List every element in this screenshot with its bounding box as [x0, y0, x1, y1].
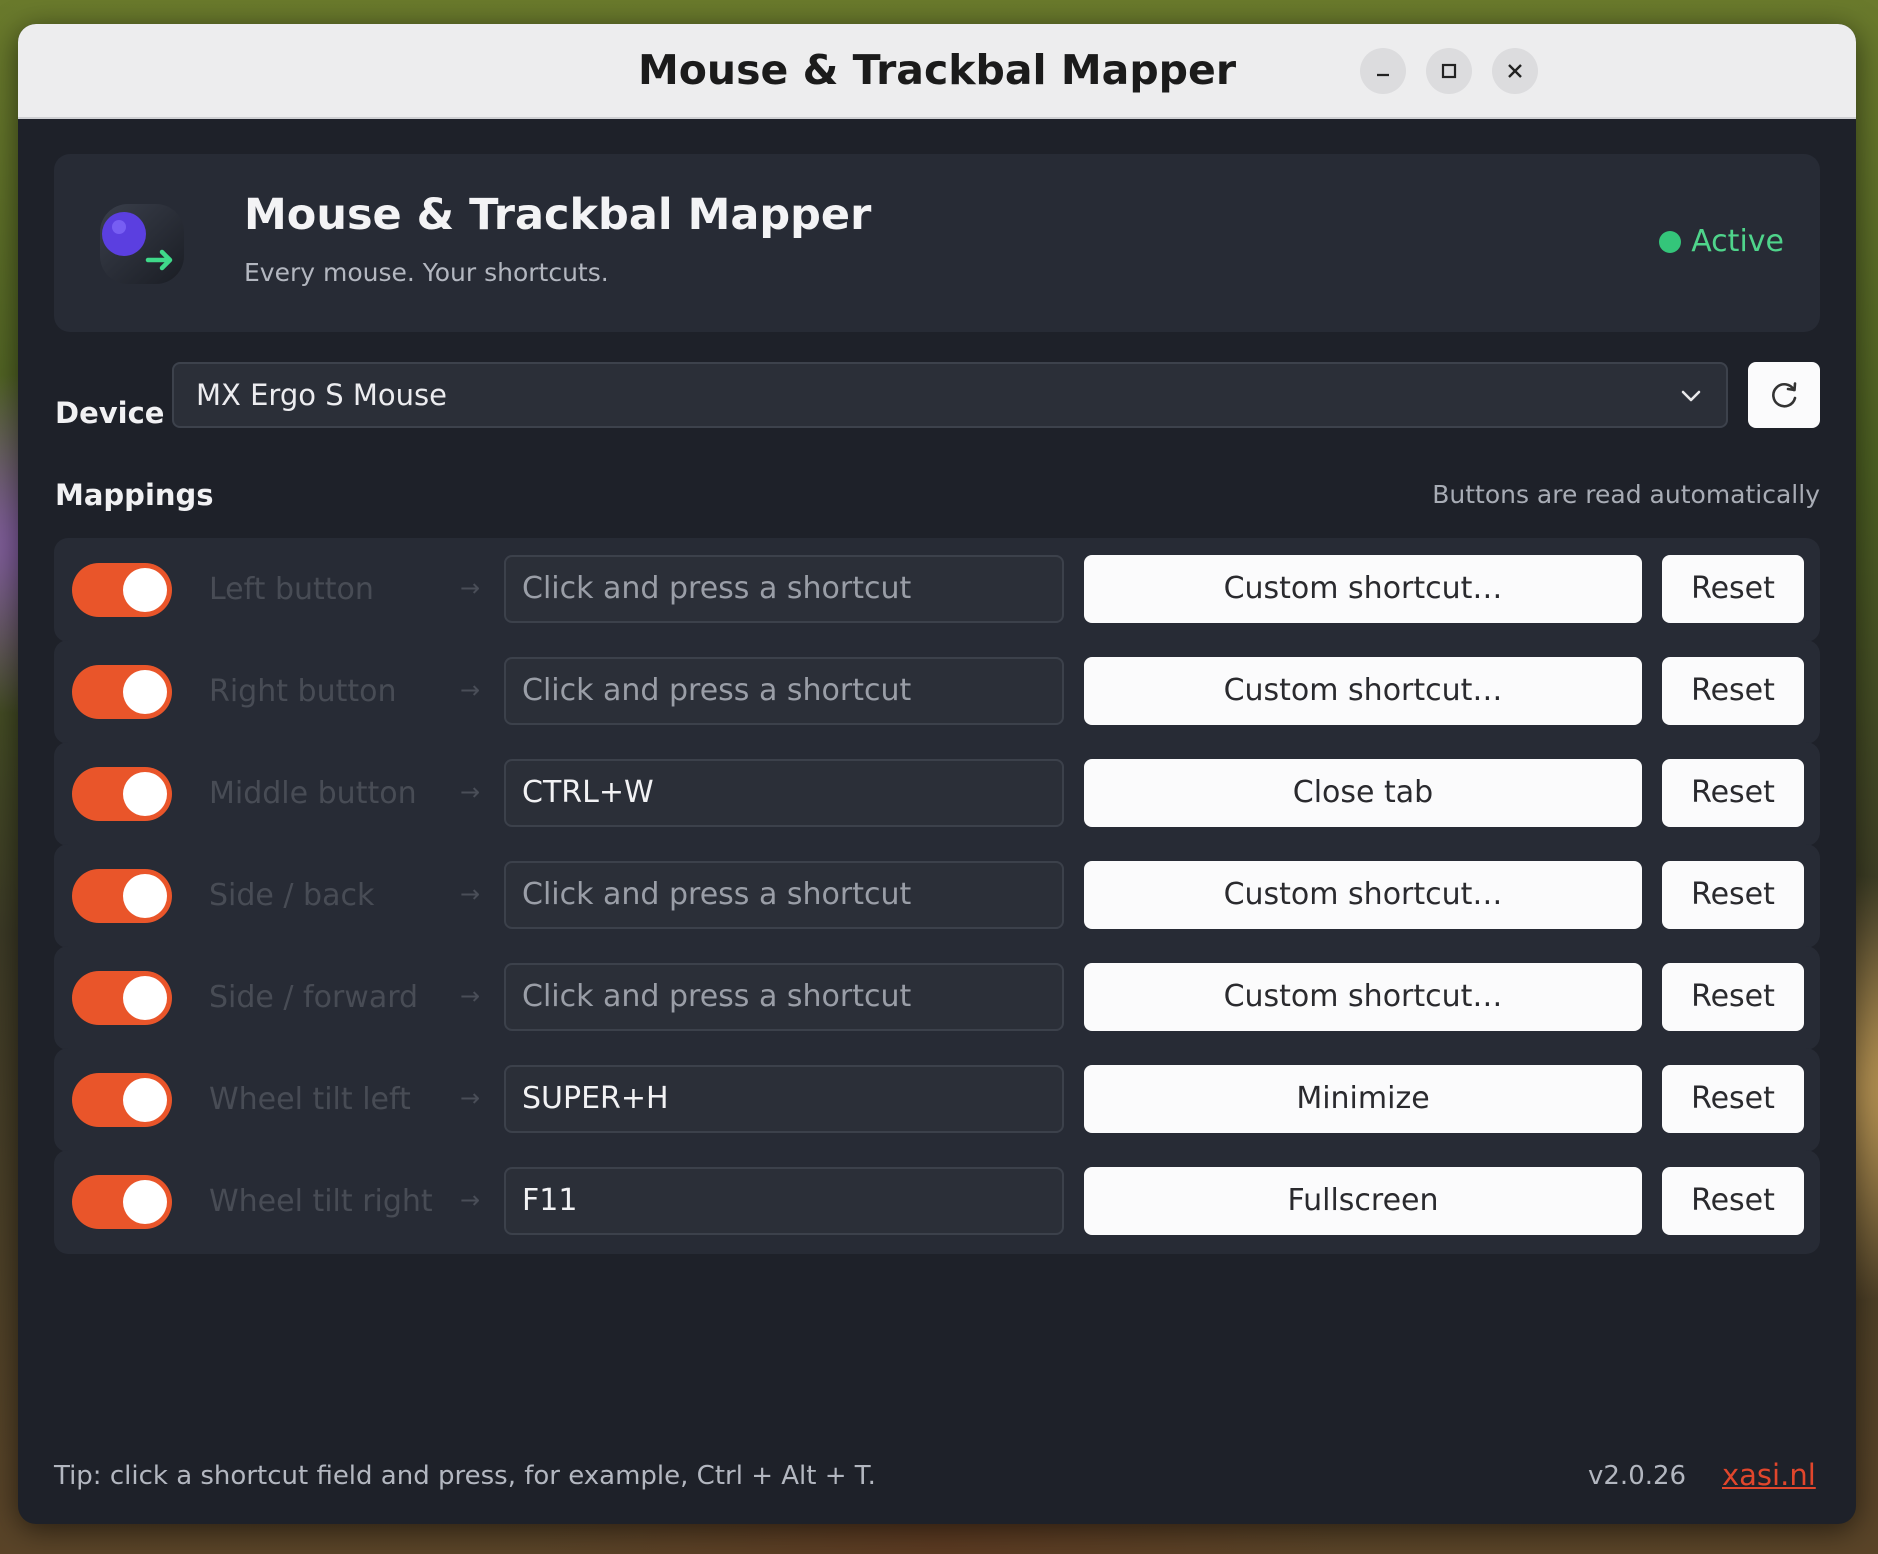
device-selected-value: MX Ergo S Mouse: [196, 378, 447, 412]
mapping-row: Left button → Click and press a shortcut Cu…: [54, 538, 1820, 642]
mouse-button-name: Middle button: [209, 776, 417, 811]
shortcut-value: CTRL+W: [522, 775, 654, 810]
mapping-row: Side / back → Click and press a shortcut Cu…: [54, 844, 1820, 948]
device-label: Device: [55, 396, 165, 430]
footer-tip: Tip: click a shortcut field and press, f…: [54, 1461, 876, 1491]
status-text: Active: [1691, 224, 1784, 259]
mappings-heading: Mappings: [55, 478, 214, 512]
reset-button[interactable]: Reset: [1662, 759, 1804, 827]
chevron-down-icon: [1681, 390, 1701, 402]
refresh-icon: [1772, 382, 1797, 408]
action-preset-button[interactable]: Custom shortcut…: [1084, 555, 1642, 623]
version-label: v2.0.26: [1588, 1461, 1687, 1491]
mouse-button-name: Right button: [209, 674, 397, 709]
shortcut-placeholder: Click and press a shortcut: [522, 673, 912, 708]
mapping-enabled-toggle[interactable]: [72, 665, 172, 719]
refresh-button[interactable]: [1748, 362, 1820, 428]
mapping-enabled-toggle[interactable]: [72, 869, 172, 923]
shortcut-placeholder: Click and press a shortcut: [522, 571, 912, 606]
shortcut-input[interactable]: Click and press a shortcut: [504, 963, 1064, 1031]
mapping-enabled-toggle[interactable]: [72, 1175, 172, 1229]
reset-button[interactable]: Reset: [1662, 555, 1804, 623]
action-preset-button[interactable]: Close tab: [1084, 759, 1642, 827]
shortcut-value: F11: [522, 1183, 578, 1218]
mouse-button-name: Side / forward: [209, 980, 419, 1015]
shortcut-input[interactable]: Click and press a shortcut: [504, 861, 1064, 929]
mapping-enabled-toggle[interactable]: [72, 971, 172, 1025]
app-tagline: Every mouse. Your shortcuts.: [244, 258, 609, 287]
reset-button[interactable]: Reset: [1662, 657, 1804, 725]
shortcut-input[interactable]: Click and press a shortcut: [504, 657, 1064, 725]
status-indicator: Active: [1659, 224, 1784, 259]
website-link[interactable]: xasi.nl: [1722, 1458, 1816, 1492]
shortcut-placeholder: Click and press a shortcut: [522, 979, 912, 1014]
mouse-button-name: Left button: [209, 572, 374, 607]
main-content: Mouse & Trackbal Mapper Every mouse. You…: [18, 24, 1856, 1524]
reset-button[interactable]: Reset: [1662, 963, 1804, 1031]
status-dot-icon: [1659, 230, 1682, 253]
mouse-button-name: Side / back: [209, 878, 375, 913]
arrow-icon: →: [460, 1084, 481, 1112]
shortcut-input[interactable]: CTRL+W: [504, 759, 1064, 827]
action-preset-button[interactable]: Custom shortcut…: [1084, 657, 1642, 725]
arrow-icon: →: [460, 574, 481, 602]
toggle-knob: [123, 670, 167, 714]
app-name: Mouse & Trackbal Mapper: [244, 190, 872, 240]
mapping-row: Right button → Click and press a shortcut C…: [54, 640, 1820, 744]
arrow-icon: →: [460, 982, 481, 1010]
toggle-knob: [123, 976, 167, 1020]
arrow-icon: →: [460, 676, 481, 704]
action-preset-button[interactable]: Fullscreen: [1084, 1167, 1642, 1235]
toggle-knob: [123, 874, 167, 918]
arrow-icon: →: [460, 880, 481, 908]
mappings-note: Buttons are read automatically: [1432, 480, 1820, 509]
reset-button[interactable]: Reset: [1662, 861, 1804, 929]
action-preset-button[interactable]: Custom shortcut…: [1084, 861, 1642, 929]
shortcut-input[interactable]: SUPER+H: [504, 1065, 1064, 1133]
mapping-row: Middle button → CTRL+W Close tab Reset: [54, 742, 1820, 846]
shortcut-placeholder: Click and press a shortcut: [522, 877, 912, 912]
device-dropdown[interactable]: MX Ergo S Mouse: [172, 362, 1728, 428]
mapping-row: Wheel tilt right → F11 Fullscreen Reset: [54, 1150, 1820, 1254]
mapping-enabled-toggle[interactable]: [72, 1073, 172, 1127]
mapping-enabled-toggle[interactable]: [72, 767, 172, 821]
mouse-button-name: Wheel tilt left: [209, 1082, 411, 1117]
arrow-icon: →: [460, 778, 481, 806]
shortcut-input[interactable]: F11: [504, 1167, 1064, 1235]
action-preset-button[interactable]: Minimize: [1084, 1065, 1642, 1133]
toggle-knob: [123, 568, 167, 612]
mapping-enabled-toggle[interactable]: [72, 563, 172, 617]
toggle-knob: [123, 772, 167, 816]
toggle-knob: [123, 1180, 167, 1224]
mouse-button-name: Wheel tilt right: [209, 1184, 433, 1219]
shortcut-value: SUPER+H: [522, 1081, 669, 1116]
toggle-knob: [123, 1078, 167, 1122]
arrow-icon: →: [460, 1186, 481, 1214]
action-preset-button[interactable]: Custom shortcut…: [1084, 963, 1642, 1031]
mapping-row: Wheel tilt left → SUPER+H Minimize Reset: [54, 1048, 1820, 1152]
reset-button[interactable]: Reset: [1662, 1065, 1804, 1133]
mapping-row: Side / forward → Click and press a shortcu…: [54, 946, 1820, 1050]
shortcut-input[interactable]: Click and press a shortcut: [504, 555, 1064, 623]
app-header-card: Mouse & Trackbal Mapper Every mouse. You…: [54, 154, 1820, 332]
reset-button[interactable]: Reset: [1662, 1167, 1804, 1235]
mouse-arrow-icon: [100, 204, 184, 284]
